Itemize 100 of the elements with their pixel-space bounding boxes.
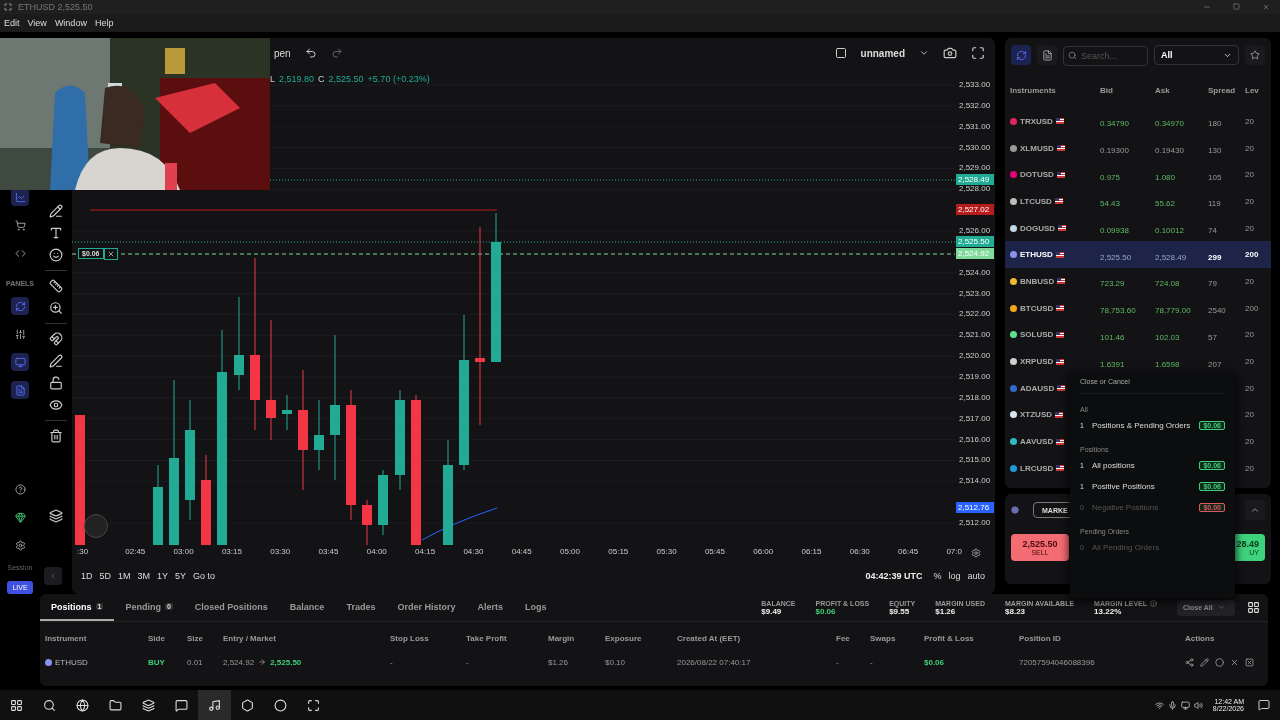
- spread: 105: [1208, 172, 1222, 182]
- table-cell-text: $0.10: [605, 657, 627, 667]
- leverage: 20: [1245, 463, 1255, 473]
- time-label: 04:30: [463, 547, 484, 556]
- price-label: 2,533.00: [959, 80, 991, 89]
- price-label: 2,522.00: [959, 309, 991, 319]
- column-header: Exposure: [605, 634, 643, 643]
- price-tag: 2,527.02: [956, 204, 994, 215]
- column-header: Bid: [1100, 85, 1114, 95]
- spread: 130: [1208, 146, 1222, 156]
- price-label: 2,521.00: [959, 330, 991, 340]
- table-cell-text: -: [870, 657, 874, 667]
- stat-value: $9.55: [889, 606, 910, 616]
- column-header: Margin: [548, 634, 576, 643]
- leverage: 200: [1245, 250, 1260, 260]
- table-cell-text: BUY: [148, 657, 166, 667]
- column-header: Ask: [1155, 85, 1171, 95]
- leverage: 20: [1245, 143, 1255, 153]
- ohlc-value: 2,519.80: [279, 74, 315, 84]
- leverage: 20: [1245, 276, 1255, 286]
- price-tag: 2,512.76: [956, 502, 994, 513]
- time-label: 06:30: [849, 547, 870, 556]
- spread: 2540: [1208, 306, 1226, 316]
- leverage: 20: [1245, 170, 1255, 180]
- ohlc-key: C: [318, 74, 325, 84]
- table-cell-text: $0.06: [924, 657, 946, 667]
- stat-value: $0.06: [815, 606, 837, 616]
- price-label: 2,519.00: [959, 372, 991, 382]
- price-label: 2,512.00: [959, 518, 991, 528]
- column-header: Entry / Market: [223, 634, 277, 643]
- time-label: 05:15: [608, 547, 629, 556]
- column-header: Swaps: [870, 634, 897, 643]
- price-label: 2,529.00: [959, 163, 991, 173]
- price-label: 2,532.00: [959, 100, 991, 110]
- ask-price: 102.03: [1155, 332, 1180, 342]
- spread: 57: [1208, 332, 1217, 342]
- time-label: 04:45: [511, 547, 532, 556]
- time-label: 05:30: [656, 547, 677, 556]
- symbol: LTCUSD: [1020, 196, 1052, 206]
- spread: 180: [1208, 119, 1222, 129]
- price-tag: 2,525.50: [956, 236, 994, 247]
- table-cell-text: -: [836, 657, 840, 667]
- time-label: 02:45: [125, 547, 146, 556]
- symbol: XTZUSD: [1020, 410, 1052, 420]
- time-label: :30: [77, 547, 89, 556]
- price-tag: 2,524.92: [956, 248, 994, 259]
- bid-price: 0.34790: [1100, 119, 1129, 129]
- price-label: 2,517.00: [959, 413, 991, 423]
- price-label: 2,514.00: [959, 476, 991, 486]
- bid-price: 0.19300: [1100, 146, 1129, 156]
- bid-price: 1.6391: [1100, 359, 1125, 369]
- column-header: Size: [187, 634, 204, 643]
- leverage: 20: [1245, 116, 1255, 126]
- spread: 207: [1208, 359, 1222, 369]
- price-label: 2,523.00: [959, 288, 991, 298]
- price-label: 2,515.00: [959, 455, 991, 465]
- time-label: 03:45: [318, 547, 339, 556]
- table-cell-text: $1.26: [548, 657, 570, 667]
- ask-price: 55.62: [1155, 199, 1176, 209]
- ask-price: 1.6598: [1155, 359, 1180, 369]
- symbol: SOLUSD: [1020, 330, 1054, 340]
- stat-value: 13.22%: [1094, 606, 1123, 616]
- stat-value: $1.26: [935, 606, 957, 616]
- time-label: 03:00: [173, 547, 194, 556]
- table-cell-text: 0.01: [187, 657, 204, 667]
- table-cell: 2,524.92: [223, 657, 255, 667]
- leverage: 20: [1245, 357, 1255, 367]
- ask-price: 2,528.49: [1155, 252, 1187, 262]
- price-label: 2,516.00: [959, 434, 991, 444]
- spread: 299: [1208, 252, 1222, 262]
- time-label: 04:15: [415, 547, 436, 556]
- column-header: Fee: [836, 634, 851, 643]
- column-header: Lev: [1245, 85, 1260, 95]
- column-header: Instruments: [1010, 85, 1057, 95]
- spread: 74: [1208, 226, 1217, 236]
- price-label: 2,520.00: [959, 351, 991, 361]
- ohlc-value: 2,525.50: [328, 74, 364, 84]
- table-cell-text: 2026/08/22 07:40:17: [677, 657, 752, 667]
- leverage: 20: [1245, 410, 1255, 420]
- ask-price: 724.08: [1155, 279, 1180, 289]
- table-cell: 2,525.50: [270, 657, 302, 667]
- column-header: Profit & Loss: [924, 634, 975, 643]
- symbol: BTCUSD: [1020, 303, 1054, 313]
- stat-value: $8.23: [1005, 606, 1027, 616]
- ask-price: 0.19430: [1155, 146, 1184, 156]
- price-label: 2,530.00: [959, 142, 991, 152]
- symbol: TRXUSD: [1020, 116, 1053, 126]
- spread: 79: [1208, 279, 1217, 289]
- column-header: Stop Loss: [390, 634, 430, 643]
- price-label: 2,531.00: [959, 121, 991, 131]
- bid-price: 101.46: [1100, 332, 1125, 342]
- price-label: 2,518.00: [959, 392, 991, 402]
- bid-price: 0.09938: [1100, 226, 1129, 236]
- symbol: AAVUSD: [1020, 437, 1054, 447]
- time-label: 03:30: [270, 547, 291, 556]
- clock: 04:42:39 UTC: [865, 571, 923, 581]
- leverage: 20: [1245, 437, 1255, 447]
- time-label: 05:45: [704, 547, 725, 556]
- time-label: 06:45: [898, 547, 919, 556]
- time-label: 06:00: [753, 547, 774, 556]
